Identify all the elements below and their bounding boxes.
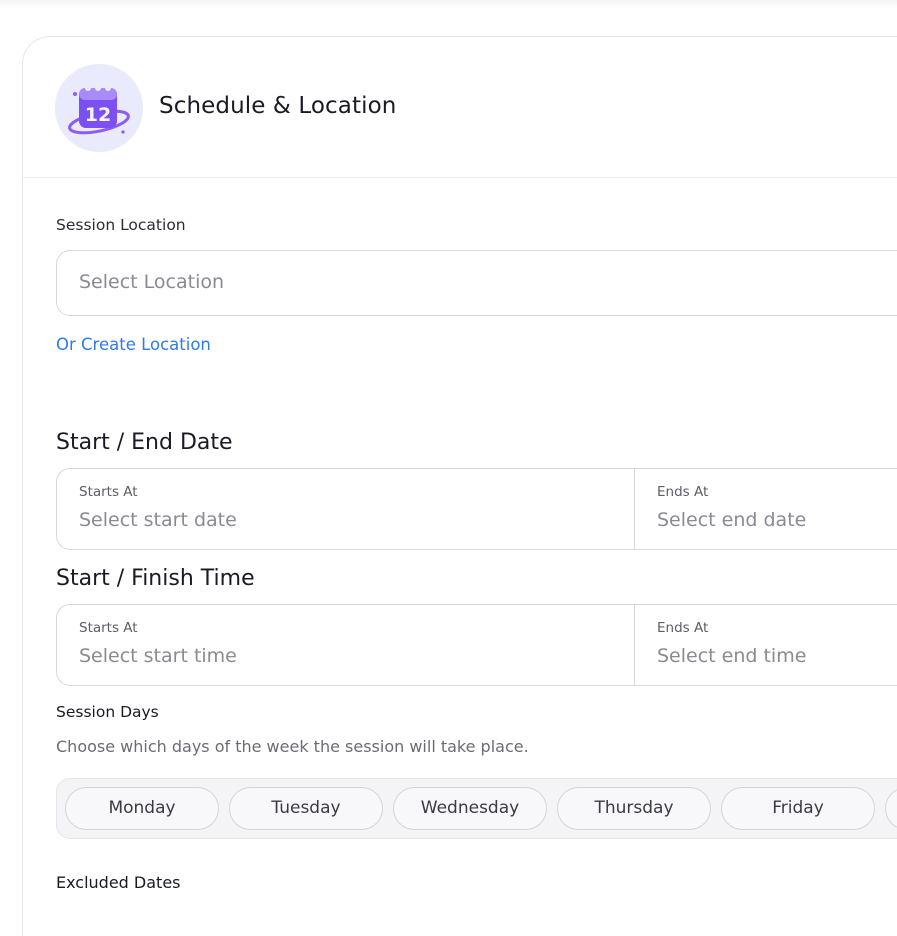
end-date-placeholder: Select end date xyxy=(657,509,807,531)
day-toggle-monday[interactable]: Monday xyxy=(65,787,219,830)
top-divider xyxy=(0,0,897,8)
schedule-location-card: 12 Schedule & Location Session Location … xyxy=(22,36,897,936)
card-header: 12 Schedule & Location xyxy=(23,37,897,178)
svg-text:12: 12 xyxy=(85,104,111,126)
session-days-selector: Monday Tuesday Wednesday Thursday Friday xyxy=(56,778,897,839)
card-title: Schedule & Location xyxy=(159,93,397,119)
start-date-label: Starts At xyxy=(79,484,138,500)
start-end-date-heading: Start / End Date xyxy=(56,430,233,455)
day-toggle-tuesday[interactable]: Tuesday xyxy=(229,787,383,830)
day-toggle-saturday[interactable] xyxy=(885,787,897,830)
excluded-dates-title: Excluded Dates xyxy=(56,873,181,892)
location-select[interactable]: Select Location xyxy=(56,250,897,316)
create-location-link[interactable]: Or Create Location xyxy=(56,335,211,354)
day-toggle-thursday[interactable]: Thursday xyxy=(557,787,711,830)
time-range-picker: Starts At Select start time Ends At Sele… xyxy=(56,604,897,686)
end-time-label: Ends At xyxy=(657,620,709,636)
session-days-title: Session Days xyxy=(56,703,159,721)
start-finish-time-heading: Start / Finish Time xyxy=(56,566,255,591)
end-time-field[interactable]: Ends At Select end time xyxy=(635,605,897,685)
end-date-field[interactable]: Ends At Select end date xyxy=(635,469,897,549)
session-location-label: Session Location xyxy=(56,216,186,234)
session-days-description: Choose which days of the week the sessio… xyxy=(56,737,529,756)
start-time-label: Starts At xyxy=(79,620,138,636)
date-range-picker: Starts At Select start date Ends At Sele… xyxy=(56,468,897,550)
start-date-field[interactable]: Starts At Select start date xyxy=(57,469,635,549)
start-time-field[interactable]: Starts At Select start time xyxy=(57,605,635,685)
start-time-placeholder: Select start time xyxy=(79,645,237,667)
end-date-label: Ends At xyxy=(657,484,709,500)
start-date-placeholder: Select start date xyxy=(79,509,237,531)
day-toggle-wednesday[interactable]: Wednesday xyxy=(393,787,547,830)
location-select-placeholder: Select Location xyxy=(79,271,225,293)
calendar-12-icon: 12 xyxy=(55,64,143,152)
day-toggle-friday[interactable]: Friday xyxy=(721,787,875,830)
end-time-placeholder: Select end time xyxy=(657,645,807,667)
